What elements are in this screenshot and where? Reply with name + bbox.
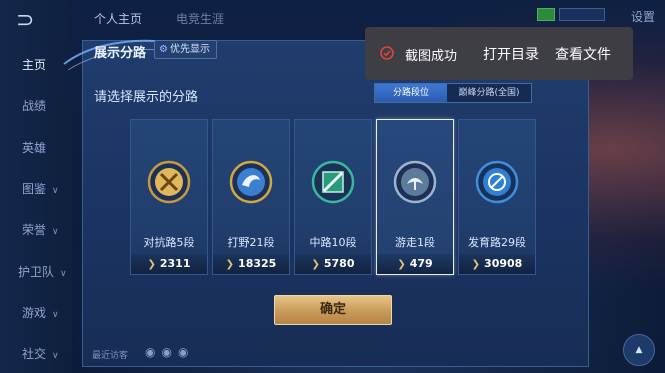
settings-button[interactable]: 设置 <box>631 8 655 25</box>
lane-card-top[interactable]: 对抗路5段 ❯ 2311 <box>130 119 208 275</box>
avatar[interactable]: ◉ <box>178 345 194 359</box>
mid-lane-icon <box>311 160 355 204</box>
segment-toggle: 分路段位 巅峰分路(全国) <box>374 83 532 103</box>
lane-name: 发育路29段 <box>468 236 526 249</box>
rank-chevron-icon: ❯ <box>397 259 406 270</box>
nav-label: 图鉴 <box>22 182 47 196</box>
lane-name: 对抗路5段 <box>143 236 195 249</box>
chevron-down-icon: ∨ <box>60 269 67 279</box>
nav-label: 护卫队 <box>18 265 55 279</box>
nav-item-honor[interactable]: 荣誉 ∨ <box>22 221 59 238</box>
flag-icon <box>537 8 555 21</box>
back-logo-icon[interactable]: ⊃ <box>16 8 34 33</box>
nav-item-record[interactable]: 战绩 <box>22 97 46 114</box>
toast-message: 截图成功 <box>405 49 458 64</box>
rank-chevron-icon: ❯ <box>471 259 481 270</box>
tab-personal-home[interactable]: 个人主页 <box>94 10 142 27</box>
nav-label: 社交 <box>22 347 47 361</box>
crossed-swords-icon <box>147 160 191 204</box>
rank-chevron-icon: ❯ <box>311 259 320 270</box>
dragon-icon <box>229 160 273 204</box>
nav-label: 主页 <box>22 58 47 72</box>
lane-card-jungle[interactable]: 打野21段 ❯ 18325 <box>212 119 290 275</box>
support-icon <box>393 160 437 204</box>
nav-item-guard[interactable]: 护卫队 ∨ <box>18 263 67 280</box>
nav-label: 游戏 <box>22 306 47 320</box>
tab-lane-rank[interactable]: 分路段位 <box>375 84 447 102</box>
chevron-down-icon: ∨ <box>52 351 59 361</box>
visitor-avatars[interactable]: ◉◉◉ <box>145 345 194 359</box>
open-directory-button[interactable]: 打开目录 <box>483 44 539 64</box>
avatar[interactable]: ◉ <box>161 345 177 359</box>
screenshot-toast: 截图成功 打开目录 查看文件 <box>365 27 633 80</box>
rank-chevron-icon: ❯ <box>147 259 156 270</box>
lane-score: ❯ 5780 <box>295 254 371 274</box>
priority-display-button[interactable]: ⚙ 优先显示 <box>154 40 217 59</box>
recent-visitors-label[interactable]: 最近访客 <box>92 348 128 361</box>
lane-score: ❯ 479 <box>377 254 453 274</box>
lane-name: 打野21段 <box>227 236 275 249</box>
lane-name: 中路10段 <box>309 236 357 249</box>
nav-item-atlas[interactable]: 图鉴 ∨ <box>22 180 59 197</box>
lane-card-farm[interactable]: 发育路29段 ❯ 30908 <box>458 119 536 275</box>
lane-score: ❯ 30908 <box>459 254 535 274</box>
lane-card-support[interactable]: 游走1段 ❯ 479 <box>376 119 454 275</box>
nav-label: 英雄 <box>22 141 47 155</box>
nav-item-heroes[interactable]: 英雄 <box>22 139 46 156</box>
lane-score: ❯ 18325 <box>213 254 289 274</box>
check-circle-icon <box>380 46 394 60</box>
tab-peak-lane[interactable]: 巅峰分路(全国) <box>447 84 531 102</box>
priority-label: 优先显示 <box>169 44 210 55</box>
nav-item-social[interactable]: 社交 ∨ <box>22 345 59 362</box>
nav-item-games[interactable]: 游戏 ∨ <box>22 304 59 321</box>
avatar[interactable]: ◉ <box>145 345 161 359</box>
nav-label: 荣誉 <box>22 223 47 237</box>
view-file-button[interactable]: 查看文件 <box>555 44 611 64</box>
nav-label: 战绩 <box>22 99 47 113</box>
select-prompt: 请选择展示的分路 <box>94 90 199 105</box>
tab-esports-career[interactable]: 电竞生涯 <box>176 10 224 27</box>
lane-score: ❯ 2311 <box>131 254 207 274</box>
bow-icon <box>475 160 519 204</box>
score-value: 2311 <box>159 257 191 270</box>
score-value: 5780 <box>323 257 355 270</box>
lane-card-mid[interactable]: 中路10段 ❯ 5780 <box>294 119 372 275</box>
score-value: 479 <box>409 257 433 270</box>
rank-chevron-icon: ❯ <box>225 259 235 270</box>
score-value: 30908 <box>484 257 523 270</box>
corner-action-button[interactable]: ▲ <box>623 334 655 366</box>
panel-title: 展示分路 <box>94 46 147 61</box>
currency-bar <box>559 8 605 21</box>
chevron-down-icon: ∨ <box>52 310 59 320</box>
score-value: 18325 <box>238 257 277 270</box>
lane-name: 游走1段 <box>395 236 435 249</box>
gear-icon: ⚙ <box>159 44 168 55</box>
chevron-down-icon: ∨ <box>52 186 59 196</box>
confirm-button[interactable]: 确定 <box>274 295 392 325</box>
nav-item-home[interactable]: 主页 <box>22 56 46 73</box>
chevron-down-icon: ∨ <box>52 227 59 237</box>
